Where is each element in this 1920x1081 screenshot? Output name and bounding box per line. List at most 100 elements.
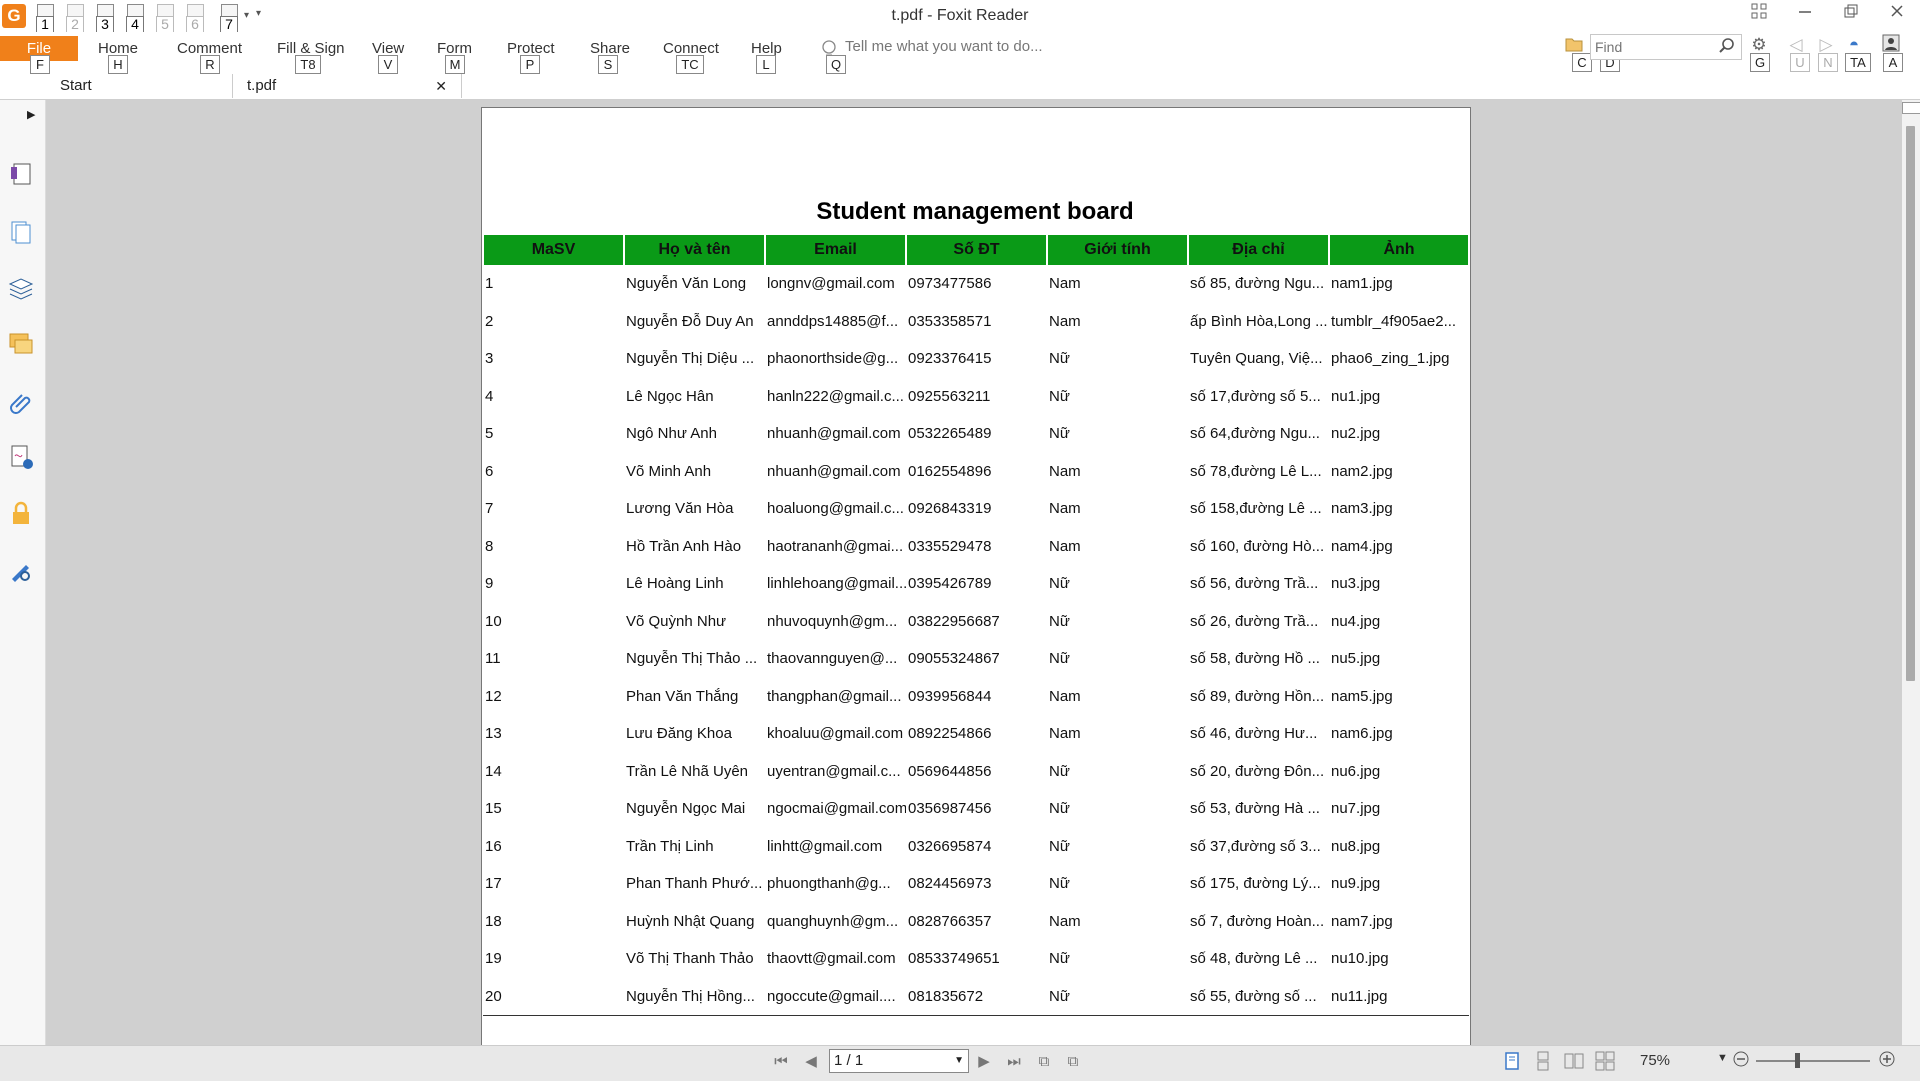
student-id-cell: 2 [485, 312, 494, 330]
previous-page-icon[interactable]: ◀ [800, 1051, 822, 1073]
single-page-view-icon[interactable] [1502, 1051, 1524, 1073]
phone-cell: 0973477586 [908, 275, 992, 293]
page-dropdown-icon[interactable]: ▼ [954, 1050, 964, 1072]
phone-cell: 09055324867 [908, 650, 1000, 668]
previous-view-icon[interactable]: ⧉ [1033, 1051, 1055, 1073]
zoom-slider[interactable] [1756, 1060, 1870, 1062]
table-row: 2 Nguyễn Đỗ Duy An annddps14885@f... 035335… [483, 303, 1469, 341]
tab-home-key: H [108, 55, 128, 74]
table-row: 17 Phan Thanh Phướ... phuongthanh@g... 0824… [483, 865, 1469, 903]
pages-icon[interactable] [7, 160, 37, 190]
attachments-icon[interactable] [7, 388, 37, 418]
scrollbar-thumb[interactable] [1906, 126, 1915, 681]
zoom-slider-handle[interactable] [1795, 1053, 1800, 1068]
table-row: 7 Lương Văn Hòa hoaluong@gmail.c... 0926843… [483, 490, 1469, 528]
scroll-up-button[interactable] [1902, 102, 1920, 114]
settings-key: G [1750, 53, 1770, 72]
phone-cell: 0569644856 [908, 762, 992, 780]
student-id-cell: 9 [485, 575, 494, 593]
page-number-value: 1 / 1 [834, 1052, 864, 1069]
find-input[interactable] [1591, 35, 1714, 59]
layers-icon[interactable] [7, 274, 37, 304]
address-cell: số 158,đường Lê ... [1190, 500, 1322, 518]
full-name-cell: Lê Hoàng Linh [626, 575, 724, 593]
zoom-level[interactable]: 75% [1640, 1052, 1670, 1069]
full-name-cell: Trần Thị Linh [626, 837, 714, 855]
table-row: 10 Võ Quỳnh Như nhuvoquynh@gm... 0382295668… [483, 603, 1469, 641]
email-cell: phuongthanh@g... [767, 875, 891, 893]
table-row: 11 Nguyễn Thị Thảo ... thaovannguyen@... 09… [483, 640, 1469, 678]
signatures-icon[interactable] [7, 443, 37, 473]
photo-cell: nu8.jpg [1331, 837, 1381, 855]
full-name-cell: Nguyễn Thị Thảo ... [626, 650, 758, 668]
ribbon-display-icon[interactable] [1744, 3, 1774, 27]
email-cell: linhlehoang@gmail... [767, 575, 906, 593]
phone-cell: 081835672 [906, 977, 1047, 1016]
table-row: 20 Nguyễn Thị Hồng... ngoccute@gmail.... 08… [483, 977, 1469, 1016]
zoom-dropdown-icon[interactable]: ▼ [1717, 1052, 1728, 1064]
photo-cell: nu2.jpg [1331, 425, 1381, 443]
phone-cell: 0828766357 [908, 912, 992, 930]
tab-help-key: L [756, 55, 776, 74]
continuous-facing-view-icon[interactable] [1595, 1051, 1617, 1073]
next-page-icon[interactable]: ▶ [973, 1051, 995, 1073]
column-header: Địa chỉ [1187, 235, 1330, 265]
tab-share-key: S [598, 55, 618, 74]
photo-cell: nu10.jpg [1331, 950, 1389, 968]
student-id-cell: 10 [485, 612, 502, 630]
security-icon[interactable] [7, 500, 37, 530]
phone-cell: 08533749651 [908, 950, 1000, 968]
tab-fill-sign-key: T8 [295, 55, 321, 74]
zoom-in-icon[interactable] [1878, 1050, 1896, 1072]
phone-cell: 0824456973 [908, 875, 992, 893]
student-id-cell: 3 [485, 350, 494, 368]
column-header: Giới tính [1046, 235, 1189, 265]
expand-panel-icon[interactable]: ▶ [27, 108, 35, 121]
full-name-cell: Võ Thị Thanh Thảo [626, 950, 754, 968]
phone-cell: 0923376415 [908, 350, 992, 368]
tell-me-input[interactable]: Tell me what you want to do... [845, 38, 1115, 60]
email-cell: ngocmai@gmail.com [767, 800, 906, 818]
continuous-view-icon[interactable] [1533, 1051, 1555, 1073]
full-name-cell: Nguyễn Thị Hồng... [624, 977, 765, 1016]
email-cell: uyentran@gmail.c... [767, 762, 901, 780]
pen-tools-icon[interactable] [7, 556, 37, 586]
email-cell: phaonorthside@g... [767, 350, 899, 368]
email-cell: nhuanh@gmail.com [767, 462, 901, 480]
tab-close-icon[interactable]: ✕ [435, 74, 447, 98]
gender-cell: Nam [1049, 725, 1081, 743]
address-cell: số 58, đường Hồ ... [1190, 650, 1320, 668]
phone-cell: 0162554896 [908, 462, 992, 480]
tell-me-key: Q [826, 55, 846, 74]
photo-cell: nam4.jpg [1331, 537, 1393, 555]
email-cell: nhuvoquynh@gm... [767, 612, 898, 630]
phone-cell: 03822956687 [908, 612, 1000, 630]
email-cell: ngoccute@gmail.... [765, 977, 906, 1016]
restore-icon[interactable] [1836, 3, 1866, 27]
page-number-field[interactable]: 1 / 1 ▼ [829, 1049, 969, 1073]
table-body: 1 Nguyễn Văn Long longnv@gmail.com 09734775… [483, 265, 1469, 1016]
thumbnails-icon[interactable] [7, 218, 37, 248]
close-icon[interactable] [1882, 3, 1912, 27]
gender-cell: Nữ [1049, 650, 1070, 668]
facing-view-icon[interactable] [1564, 1051, 1586, 1073]
search-icon[interactable] [1718, 37, 1736, 59]
last-page-icon[interactable]: ⏭ [1003, 1051, 1025, 1073]
phone-cell: 0532265489 [908, 425, 992, 443]
tab-start[interactable]: Start [60, 74, 220, 98]
zoom-out-icon[interactable] [1732, 1050, 1750, 1072]
first-page-icon[interactable]: ⏮ [770, 1051, 792, 1073]
photo-cell: phao6_zing_1.jpg [1331, 350, 1450, 368]
comments-icon[interactable] [7, 330, 37, 360]
photo-cell: nu4.jpg [1331, 612, 1381, 630]
minimize-icon[interactable] [1790, 3, 1820, 27]
tab-tpdf[interactable]: t.pdf ✕ [232, 74, 462, 98]
email-cell: quanghuynh@gm... [767, 912, 899, 930]
tab-form-key: M [445, 55, 465, 74]
tab-connect-key: TC [676, 55, 704, 74]
email-cell: hoaluong@gmail.c... [767, 500, 904, 518]
next-view-icon[interactable]: ⧉ [1062, 1051, 1084, 1073]
full-name-cell: Trần Lê Nhã Uyên [626, 762, 749, 780]
address-cell: số 7, đường Hoàn... [1190, 912, 1325, 930]
address-cell: số 78,đường Lê L... [1190, 462, 1322, 480]
